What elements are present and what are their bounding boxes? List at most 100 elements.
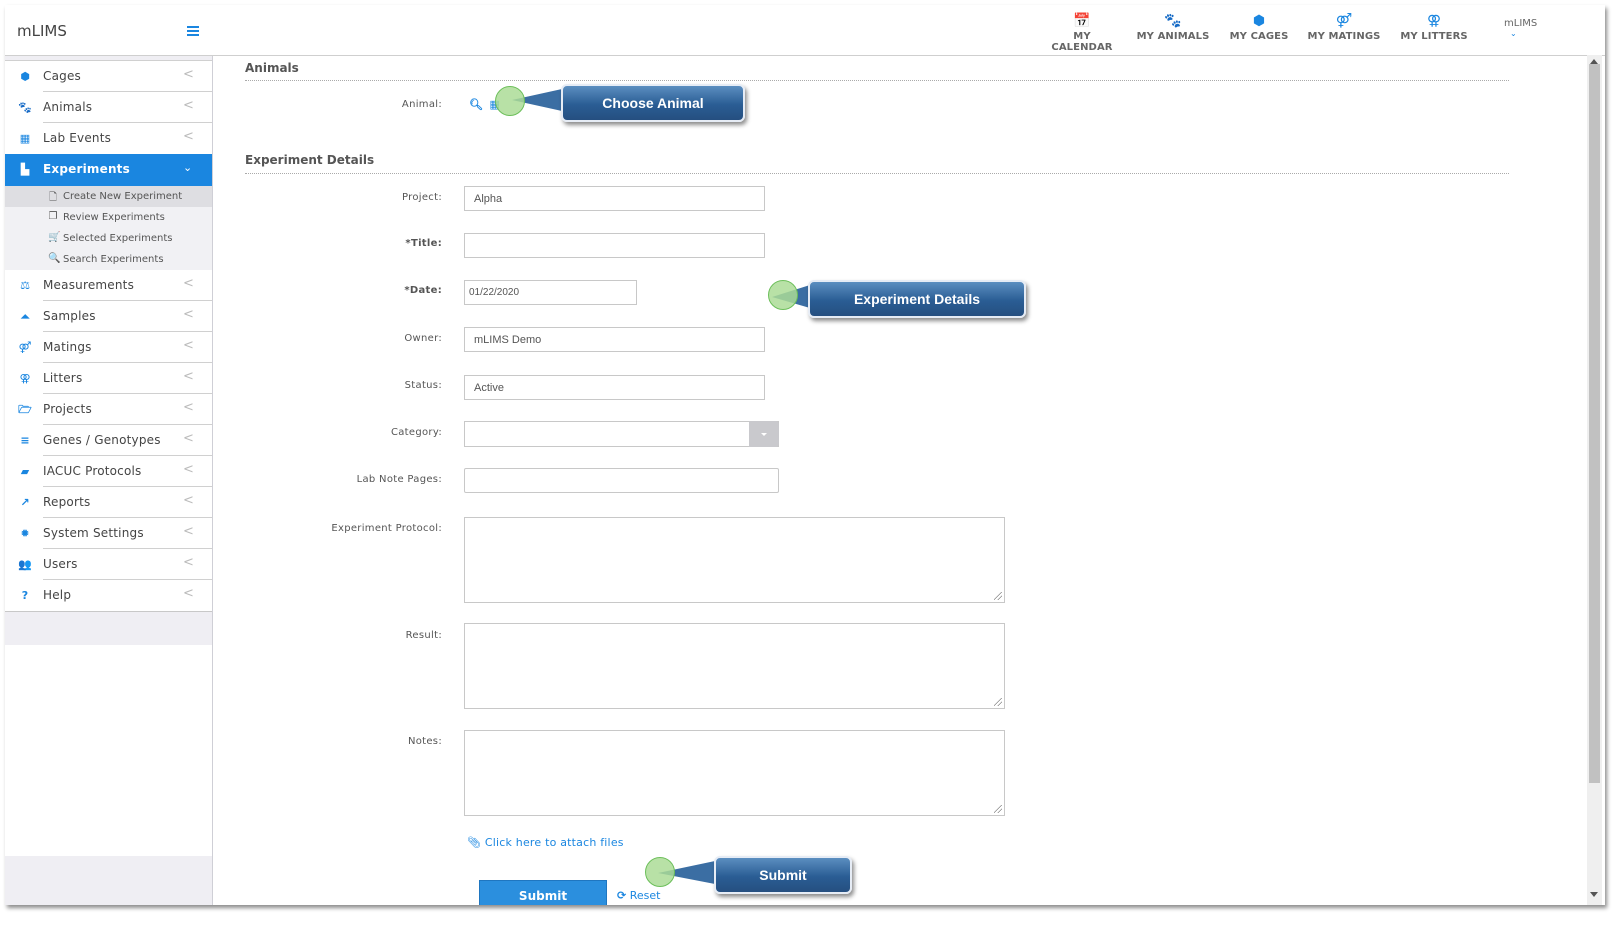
- section-divider: [245, 80, 1509, 81]
- sidebar-item-iacuc-protocols[interactable]: ▰ IACUC Protocols <: [5, 456, 212, 487]
- sidebar-item-label: Cages: [43, 69, 81, 83]
- sidebar-item-reports[interactable]: ↗ Reports <: [5, 487, 212, 518]
- scroll-down-arrow-icon[interactable]: [1590, 892, 1598, 897]
- vertical-scrollbar[interactable]: [1587, 55, 1602, 905]
- chevron-left-icon: <: [183, 369, 194, 384]
- sidebar-item-measurements[interactable]: ⚖ Measurements <: [5, 270, 212, 301]
- date-input[interactable]: [464, 280, 637, 305]
- search-icon[interactable]: 🔍︎: [469, 98, 483, 111]
- sidebar-item-samples[interactable]: ⏶ Samples <: [5, 301, 212, 332]
- callout-experiment-details: Experiment Details: [808, 280, 1026, 318]
- app-window: mLIMS ⬢ Cages < 🐾 Animals < ▦ Lab Events…: [5, 5, 1605, 905]
- owner-label: Owner:: [404, 333, 442, 344]
- calendar-icon: 📅: [1073, 13, 1091, 29]
- top-link-my-cages[interactable]: ⬢ MY CAGES: [1224, 13, 1294, 42]
- title-input[interactable]: [464, 233, 765, 258]
- notes-label: Notes:: [407, 736, 442, 747]
- sidebar-item-label: Matings: [43, 340, 92, 354]
- sidebar: mLIMS ⬢ Cages < 🐾 Animals < ▦ Lab Events…: [5, 5, 213, 905]
- animal-label: Animal:: [401, 99, 442, 110]
- cube-icon: ⬢: [20, 70, 30, 83]
- dropdown-caret-icon[interactable]: [749, 421, 779, 447]
- user-menu[interactable]: mLIMS ⌄: [1504, 18, 1537, 38]
- resize-handle-icon[interactable]: [994, 592, 1002, 600]
- chevron-left-icon: <: [183, 307, 194, 322]
- scrollbar-thumb[interactable]: [1589, 64, 1600, 783]
- chevron-left-icon: <: [183, 431, 194, 446]
- copy-icon: ❐: [48, 211, 58, 222]
- cart-icon: 🛒: [48, 232, 61, 243]
- experiments-submenu: 🗋 Create New Experiment ❐ Review Experim…: [5, 186, 212, 270]
- submenu-create-new-experiment[interactable]: 🗋 Create New Experiment: [5, 186, 212, 207]
- result-textarea[interactable]: [464, 623, 1005, 709]
- reset-link[interactable]: ⟳ Reset: [617, 889, 660, 902]
- top-link-my-litters[interactable]: ⚢ MY LITTERS: [1396, 13, 1472, 42]
- sidebar-item-label: Samples: [43, 309, 96, 323]
- sidebar-item-genes-genotypes[interactable]: ≡ Genes / Genotypes <: [5, 425, 212, 456]
- callout-choose-animal: Choose Animal: [561, 84, 745, 122]
- attach-files-link[interactable]: 📎︎ Click here to attach files: [467, 836, 624, 849]
- highlight-marker: [645, 857, 675, 887]
- status-input[interactable]: [464, 375, 765, 400]
- sidebar-item-experiments[interactable]: ▙ Experiments ⌄: [5, 154, 212, 186]
- chevron-left-icon: <: [183, 67, 194, 82]
- sidebar-item-cages[interactable]: ⬢ Cages <: [5, 61, 212, 92]
- brand-header: mLIMS: [5, 5, 212, 56]
- paw-icon: 🐾: [1164, 13, 1182, 29]
- refresh-icon: ⟳: [617, 889, 627, 902]
- highlight-marker: [768, 280, 798, 310]
- folder-open-icon: 🗁: [18, 403, 32, 416]
- gear-icon: ✹: [20, 527, 30, 540]
- chevron-down-icon: ⌄: [1510, 29, 1517, 38]
- section-divider: [245, 173, 1509, 174]
- callout-submit: Submit: [714, 856, 852, 894]
- lab-note-pages-input[interactable]: [464, 468, 779, 493]
- top-link-label: MY CAGES: [1229, 31, 1289, 42]
- search-icon: 🔍: [48, 253, 61, 264]
- chevron-left-icon: <: [183, 338, 194, 353]
- owner-input[interactable]: [464, 327, 765, 352]
- chevron-left-icon: <: [183, 524, 194, 539]
- sidebar-item-litters[interactable]: ⚢ Litters <: [5, 363, 212, 394]
- paw-icon: 🐾: [18, 101, 32, 114]
- experiment-icon: ▙: [20, 163, 30, 176]
- sidebar-item-animals[interactable]: 🐾 Animals <: [5, 92, 212, 123]
- notes-textarea[interactable]: [464, 730, 1005, 816]
- top-link-my-animals[interactable]: 🐾 MY ANIMALS: [1133, 13, 1213, 42]
- sidebar-item-label: Projects: [43, 402, 92, 416]
- mars-venus-icon: ⚤: [18, 341, 32, 354]
- experiment-protocol-textarea[interactable]: [464, 517, 1005, 603]
- chevron-down-icon: ⌄: [183, 161, 193, 174]
- sidebar-item-system-settings[interactable]: ✹ System Settings <: [5, 518, 212, 549]
- experiment-protocol-label: Experiment Protocol:: [331, 523, 442, 534]
- top-link-label: MY LITTERS: [1400, 31, 1468, 42]
- sidebar-item-projects[interactable]: 🗁 Projects <: [5, 394, 212, 425]
- submenu-search-experiments[interactable]: 🔍 Search Experiments: [5, 249, 212, 270]
- sidebar-item-lab-events[interactable]: ▦ Lab Events <: [5, 123, 212, 154]
- top-link-label: MY MATINGS: [1307, 31, 1381, 42]
- top-link-label: MY ANIMALS: [1136, 31, 1210, 42]
- sidebar-item-label: Genes / Genotypes: [43, 433, 161, 447]
- submenu-review-experiments[interactable]: ❐ Review Experiments: [5, 207, 212, 228]
- app-logo: mLIMS: [17, 22, 67, 40]
- submit-button[interactable]: Submit: [479, 880, 607, 905]
- chevron-left-icon: <: [183, 493, 194, 508]
- sidebar-item-matings[interactable]: ⚤ Matings <: [5, 332, 212, 363]
- sidebar-item-label: Measurements: [43, 278, 135, 292]
- chevron-left-icon: <: [183, 462, 194, 477]
- resize-handle-icon[interactable]: [994, 698, 1002, 706]
- chevron-left-icon: <: [183, 586, 194, 601]
- sidebar-item-help[interactable]: ? Help <: [5, 580, 212, 611]
- category-select[interactable]: [464, 421, 779, 447]
- line-chart-icon: ↗: [20, 496, 30, 509]
- submenu-selected-experiments[interactable]: 🛒 Selected Experiments: [5, 228, 212, 249]
- top-link-my-matings[interactable]: ⚤ MY MATINGS: [1302, 13, 1386, 42]
- hamburger-menu-icon[interactable]: [187, 26, 199, 36]
- mars-venus-icon: ⚤: [1335, 13, 1353, 29]
- resize-handle-icon[interactable]: [994, 805, 1002, 813]
- project-input[interactable]: [464, 186, 765, 211]
- attach-files-label: Click here to attach files: [484, 836, 624, 849]
- sidebar-item-users[interactable]: 👥 Users <: [5, 549, 212, 580]
- top-link-my-calendar[interactable]: 📅 MY CALENDAR: [1042, 13, 1122, 53]
- sidebar-item-label: Help: [43, 588, 72, 602]
